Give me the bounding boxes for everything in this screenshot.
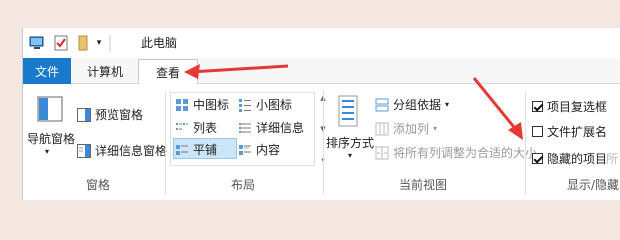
file-extensions-checkbox[interactable] — [532, 126, 543, 137]
chevron-down-icon: ▾ — [348, 151, 353, 160]
tab-view[interactable]: 查看 — [138, 59, 198, 85]
sort-by-label: 排序方式 — [326, 136, 375, 150]
content-label: 内容 — [256, 143, 281, 157]
content-icon — [239, 144, 251, 155]
dropdown-icon[interactable]: ▾ — [93, 34, 105, 52]
nav-pane-label: 导航窗格 — [27, 132, 76, 146]
file-extensions-option[interactable]: 文件扩展名 — [532, 123, 607, 140]
size-columns-icon — [375, 146, 389, 159]
title-divider — [109, 34, 111, 52]
group-by-icon — [375, 98, 389, 111]
title-bar: ▾ 此电脑 — [22, 28, 620, 58]
properties-icon[interactable] — [53, 34, 69, 52]
sort-icon[interactable] — [335, 94, 361, 128]
ribbon: 导航窗格 ▾ 预览窗格 详细信息窗格 窗格 中图标 小图标 列表 详细信息 平铺… — [22, 84, 620, 200]
list-label: 列表 — [193, 121, 218, 135]
add-columns-icon — [375, 122, 389, 135]
medium-icons-label: 中图标 — [193, 98, 230, 112]
preview-pane-icon — [77, 107, 91, 122]
medium-icons-icon — [176, 98, 188, 111]
show-hide-group-label: 显示/隐藏 — [566, 178, 620, 192]
hide-selected-button[interactable]: 所 — [606, 150, 618, 167]
tab-computer[interactable]: 计算机 — [79, 59, 131, 84]
details-pane-button[interactable]: 详细信息窗格 — [77, 142, 167, 159]
hidden-items-checkbox[interactable] — [532, 153, 543, 164]
list-icon — [176, 122, 188, 130]
layout-list[interactable]: 列表 — [175, 119, 217, 136]
tab-file[interactable]: 文件 — [23, 58, 71, 84]
tiles-icon — [176, 144, 188, 155]
chevron-down-icon: ▾ — [433, 124, 438, 133]
details-pane-label: 详细信息窗格 — [95, 144, 168, 158]
ribbon-tabs: 文件 计算机 查看 — [22, 58, 620, 85]
preview-pane-label: 预览窗格 — [95, 108, 144, 122]
add-columns-button[interactable]: 添加列 ▾ — [375, 120, 437, 137]
size-columns-label: 将所有列调整为合适的大小 — [393, 146, 538, 160]
panes-group-label: 窗格 — [85, 178, 110, 192]
group-by-label: 分组依据 — [393, 98, 442, 112]
layout-content[interactable]: 内容 — [238, 141, 280, 158]
preview-pane-button[interactable]: 预览窗格 — [77, 106, 143, 123]
window-title: 此电脑 — [141, 36, 178, 50]
item-checkboxes-option[interactable]: 项目复选框 — [532, 98, 607, 115]
sort-by-button[interactable]: 排序方式 ▾ — [326, 134, 374, 160]
layout-medium-icons[interactable]: 中图标 — [175, 96, 229, 113]
chevron-down-icon: ▾ — [445, 100, 450, 109]
details-icon — [239, 122, 251, 133]
small-icons-label: 小图标 — [256, 98, 293, 112]
details-label: 详细信息 — [256, 121, 305, 135]
folder-icon[interactable] — [77, 34, 89, 52]
tiles-label: 平铺 — [193, 143, 218, 157]
details-pane-icon — [77, 143, 91, 158]
hidden-items-label: 隐藏的项目 — [547, 152, 608, 166]
layout-group-label: 布局 — [230, 178, 255, 192]
add-columns-label: 添加列 — [393, 122, 430, 136]
chevron-down-icon: ▾ — [45, 147, 50, 156]
size-columns-button[interactable]: 将所有列调整为合适的大小 — [375, 144, 537, 161]
group-divider — [525, 90, 526, 194]
layout-tiles[interactable]: 平铺 — [175, 141, 217, 158]
group-by-button[interactable]: 分组依据 ▾ — [375, 96, 449, 113]
small-icons-icon — [239, 98, 251, 112]
group-divider — [323, 90, 324, 194]
hide-selected-label: 所 — [606, 152, 619, 166]
layout-details[interactable]: 详细信息 — [238, 119, 304, 136]
group-divider — [165, 90, 166, 194]
item-checkboxes-checkbox[interactable] — [532, 101, 543, 112]
nav-pane-icon[interactable] — [37, 96, 63, 122]
computer-icon[interactable] — [29, 34, 45, 52]
hidden-items-option[interactable]: 隐藏的项目 — [532, 150, 607, 167]
current-view-group-label: 当前视图 — [398, 178, 447, 192]
file-extensions-label: 文件扩展名 — [547, 125, 608, 139]
item-checkboxes-label: 项目复选框 — [547, 100, 608, 114]
layout-small-icons[interactable]: 小图标 — [238, 96, 292, 113]
nav-pane-button[interactable]: 导航窗格 ▾ — [27, 130, 75, 156]
